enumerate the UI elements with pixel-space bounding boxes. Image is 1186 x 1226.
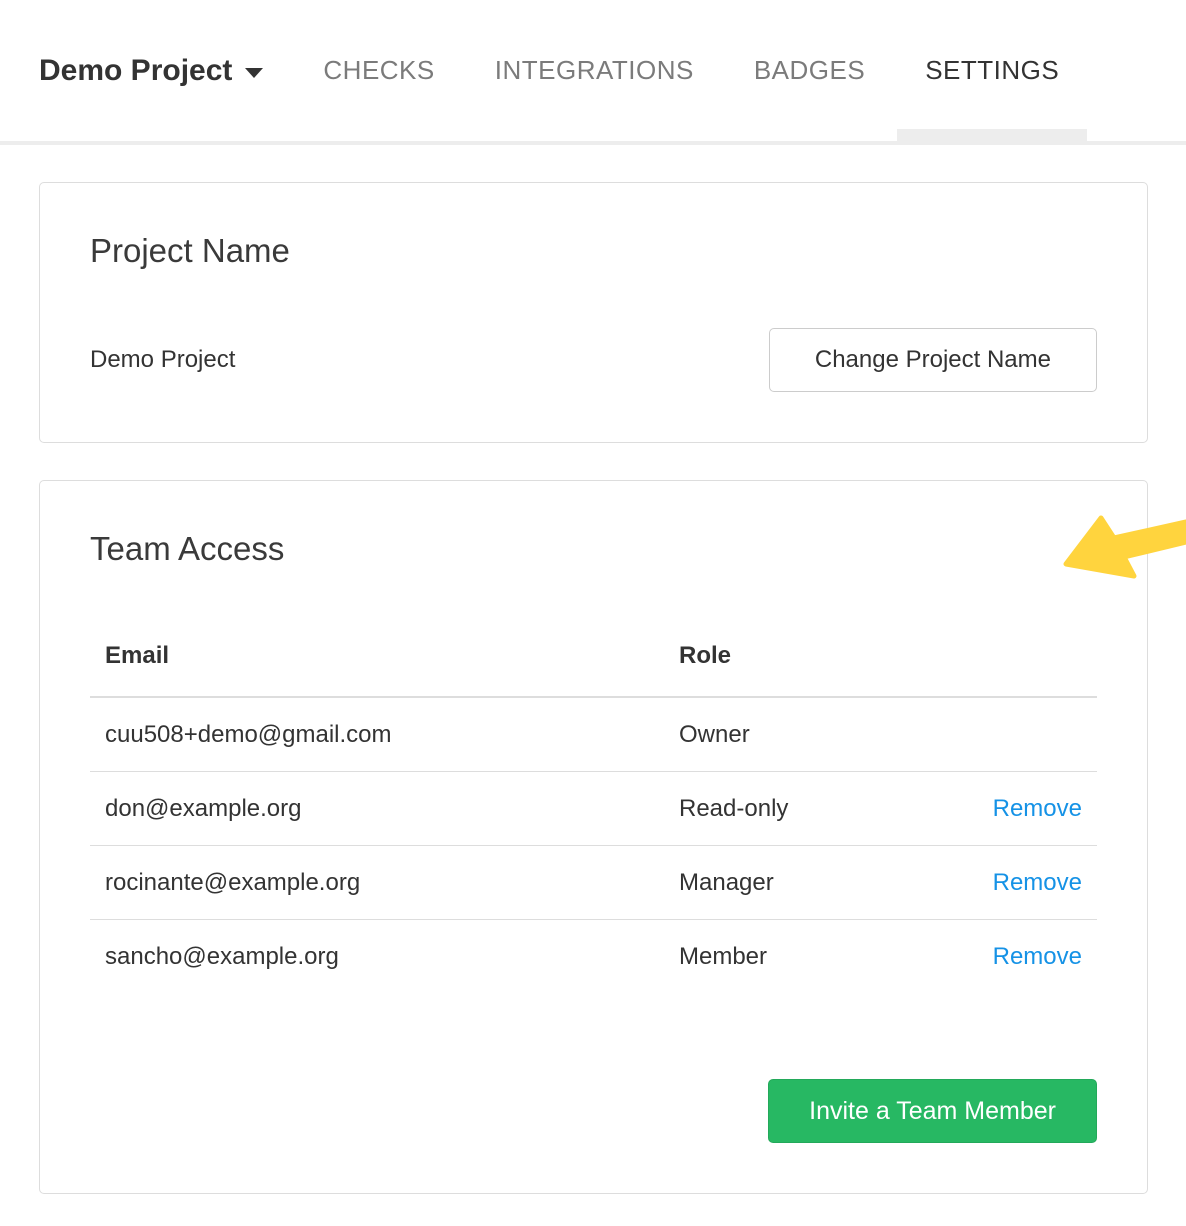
tab-badges-label: BADGES [754, 55, 865, 86]
project-switcher-dropdown[interactable]: Demo Project [39, 54, 263, 88]
project-name-card: Project Name Demo Project Change Project… [39, 182, 1148, 443]
member-action-cell: Remove [956, 772, 1097, 846]
tab-integrations[interactable]: INTEGRATIONS [495, 0, 694, 141]
active-tab-indicator [897, 129, 1087, 141]
member-email: sancho@example.org [90, 920, 664, 994]
project-name-row: Demo Project Change Project Name [90, 328, 1097, 392]
tab-checks-label: CHECKS [323, 55, 434, 86]
invite-team-member-button[interactable]: Invite a Team Member [768, 1079, 1097, 1143]
tab-integrations-label: INTEGRATIONS [495, 55, 694, 86]
remove-member-link[interactable]: Remove [993, 869, 1082, 896]
member-email: cuu508+demo@gmail.com [90, 697, 664, 772]
project-name-card-title: Project Name [90, 233, 1097, 269]
change-project-name-button[interactable]: Change Project Name [769, 328, 1097, 392]
member-role: Member [664, 920, 956, 994]
table-header-row: Email Role [90, 642, 1097, 697]
action-column-header [956, 642, 1097, 697]
member-role: Owner [664, 697, 956, 772]
table-row: sancho@example.org Member Remove [90, 920, 1097, 994]
chevron-down-icon [245, 68, 263, 78]
remove-member-link[interactable]: Remove [993, 795, 1082, 822]
member-role: Read-only [664, 772, 956, 846]
email-column-header: Email [90, 642, 664, 697]
remove-member-link[interactable]: Remove [993, 943, 1082, 970]
table-row: cuu508+demo@gmail.com Owner [90, 697, 1097, 772]
member-action-cell: Remove [956, 846, 1097, 920]
member-email: rocinante@example.org [90, 846, 664, 920]
tab-settings[interactable]: SETTINGS [925, 0, 1059, 141]
team-access-table: Email Role cuu508+demo@gmail.com Owner d… [90, 642, 1097, 993]
project-title: Demo Project [39, 54, 232, 88]
member-action-cell [956, 697, 1097, 772]
top-nav: Demo Project CHECKS INTEGRATIONS BADGES … [0, 0, 1186, 145]
invite-row: Invite a Team Member [90, 1079, 1097, 1143]
member-email: don@example.org [90, 772, 664, 846]
table-row: don@example.org Read-only Remove [90, 772, 1097, 846]
current-project-name: Demo Project [90, 346, 235, 374]
table-row: rocinante@example.org Manager Remove [90, 846, 1097, 920]
member-action-cell: Remove [956, 920, 1097, 994]
tab-checks[interactable]: CHECKS [323, 0, 434, 141]
team-access-card-title: Team Access [90, 531, 1097, 567]
tab-badges[interactable]: BADGES [754, 0, 865, 141]
tab-settings-label: SETTINGS [925, 55, 1059, 86]
team-access-card: Team Access Email Role cuu508+demo@gmail… [39, 480, 1148, 1194]
member-role: Manager [664, 846, 956, 920]
role-column-header: Role [664, 642, 956, 697]
